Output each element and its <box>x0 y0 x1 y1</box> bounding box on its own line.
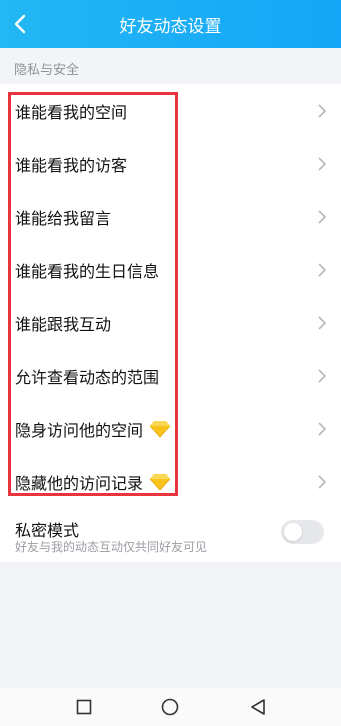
private-mode-row: 私密模式 好友与我的动态互动仅共同好友可见 <box>0 508 341 562</box>
chevron-right-icon <box>318 103 327 118</box>
system-nav-bar <box>0 688 341 726</box>
setting-item-interaction-permission[interactable]: 谁能跟我互动 <box>0 296 341 349</box>
setting-item-label: 谁能看我的空间 <box>15 102 128 122</box>
setting-item-label: 隐藏他的访问记录 <box>15 470 171 494</box>
back-nav-button[interactable] <box>238 688 278 726</box>
setting-item-space-visibility[interactable]: 谁能看我的空间 <box>0 84 341 137</box>
page-title: 好友动态设置 <box>119 16 222 37</box>
setting-item-label: 谁能看我的访客 <box>15 155 128 175</box>
chevron-right-icon <box>318 262 327 277</box>
chevron-right-icon <box>318 209 327 224</box>
private-mode-subtitle: 好友与我的动态互动仅共同好友可见 <box>15 540 208 554</box>
setting-item-label: 谁能看我的生日信息 <box>15 261 160 281</box>
setting-item-feed-range[interactable]: 允许查看动态的范围 <box>0 349 341 402</box>
home-button[interactable] <box>150 688 190 726</box>
setting-item-hide-visit-record[interactable]: 隐藏他的访问记录 <box>0 455 341 508</box>
setting-item-visitor-visibility[interactable]: 谁能看我的访客 <box>0 137 341 190</box>
setting-item-stealth-visit[interactable]: 隐身访问他的空间 <box>0 402 341 455</box>
square-icon <box>76 699 92 715</box>
recent-apps-button[interactable] <box>64 688 104 726</box>
private-mode-toggle[interactable] <box>281 520 324 544</box>
chevron-right-icon <box>318 421 327 436</box>
circle-icon <box>161 698 179 716</box>
triangle-back-icon <box>251 699 265 715</box>
section-label: 隐私与安全 <box>14 63 80 78</box>
chevron-right-icon <box>318 156 327 171</box>
setting-item-birthday-visibility[interactable]: 谁能看我的生日信息 <box>0 243 341 296</box>
settings-list: 谁能看我的空间 谁能看我的访客 谁能给我留言 谁能看我的生日信息 谁能跟我互动 … <box>0 84 341 562</box>
chevron-right-icon <box>318 315 327 330</box>
chevron-right-icon <box>318 474 327 489</box>
setting-item-label: 隐身访问他的空间 <box>15 417 171 441</box>
chevron-right-icon <box>318 368 327 383</box>
diamond-icon <box>149 420 171 438</box>
diamond-icon <box>149 473 171 491</box>
setting-item-label: 谁能跟我互动 <box>15 314 112 334</box>
setting-item-message-permission[interactable]: 谁能给我留言 <box>0 190 341 243</box>
toggle-knob <box>284 523 302 541</box>
setting-item-label: 允许查看动态的范围 <box>15 367 160 387</box>
setting-item-label: 谁能给我留言 <box>15 208 112 228</box>
header-bar: 好友动态设置 <box>0 0 341 48</box>
